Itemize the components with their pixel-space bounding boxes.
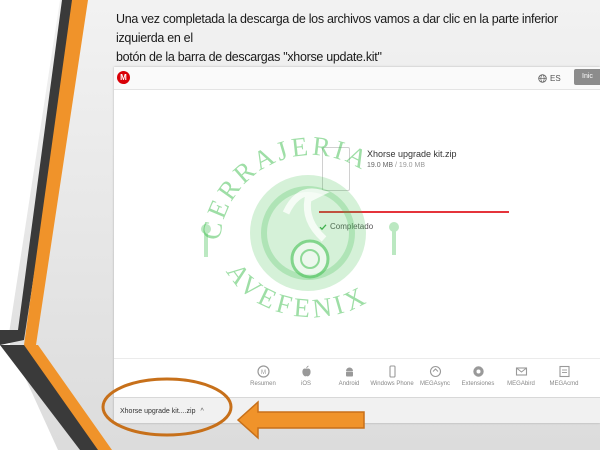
app-label: MEGAbird xyxy=(507,381,535,387)
callout-ellipse xyxy=(101,377,233,437)
app-label: MEGAsync xyxy=(419,381,450,387)
extensions-icon xyxy=(472,366,484,377)
check-icon xyxy=(319,223,327,230)
slide-instruction: Una vez completada la descarga de los ar… xyxy=(116,10,586,67)
language-selector[interactable]: ES xyxy=(538,70,561,86)
download-progress-fill xyxy=(319,211,509,213)
windows-phone-icon xyxy=(388,365,396,378)
terminal-icon xyxy=(558,365,570,378)
download-status: Completado xyxy=(319,222,373,231)
svg-text:M: M xyxy=(261,370,266,376)
mega-download-page: M ES Inic Xhorse upgrade kit.zip 19.0 MB… xyxy=(114,67,600,423)
status-label: Completado xyxy=(330,222,374,231)
watermark-lock-dial-inner xyxy=(300,249,320,269)
language-label: ES xyxy=(550,73,561,83)
instruction-line-1: Una vez completada la descarga de los ar… xyxy=(116,12,558,45)
watermark-circle xyxy=(250,175,366,291)
total-size: 19.0 MB xyxy=(398,162,425,169)
file-thumbnail xyxy=(322,147,350,191)
file-name: Xhorse upgrade kit.zip xyxy=(367,149,457,159)
watermark-lock-dial xyxy=(290,239,330,279)
app-label: Extensiones xyxy=(461,381,495,387)
instruction-line-2: botón de la barra de descargas "xhorse u… xyxy=(116,50,382,64)
sync-icon xyxy=(429,365,441,378)
watermark-ring xyxy=(261,186,355,280)
mega-icon: M xyxy=(256,365,270,378)
app-label: MEGAcmd xyxy=(549,381,579,387)
app-label: Resumen xyxy=(250,381,276,387)
mega-logo[interactable]: M xyxy=(117,71,130,84)
downloaded-size: 19.0 MB xyxy=(367,162,394,169)
watermark-text-bottom: AVEFENIX xyxy=(221,257,374,324)
login-button[interactable]: Inic xyxy=(574,69,600,85)
watermark-bird xyxy=(282,188,330,242)
app-label: iOS xyxy=(300,381,311,387)
app-megacmd[interactable]: MEGAcmd xyxy=(539,365,589,387)
download-progress-bar xyxy=(319,211,509,213)
watermark-key-left xyxy=(201,224,211,257)
watermark-key-right xyxy=(389,222,399,255)
file-size: 19.0 MB / 19.0 MB xyxy=(367,162,425,169)
mega-topbar: M ES Inic xyxy=(114,67,600,90)
apple-icon xyxy=(301,365,311,377)
callout-arrow-icon xyxy=(236,400,365,440)
android-icon xyxy=(345,367,353,377)
app-label: Android xyxy=(338,381,360,387)
app-label: Windows Phone xyxy=(370,381,414,387)
mail-icon xyxy=(515,367,527,376)
globe-icon xyxy=(538,73,547,83)
